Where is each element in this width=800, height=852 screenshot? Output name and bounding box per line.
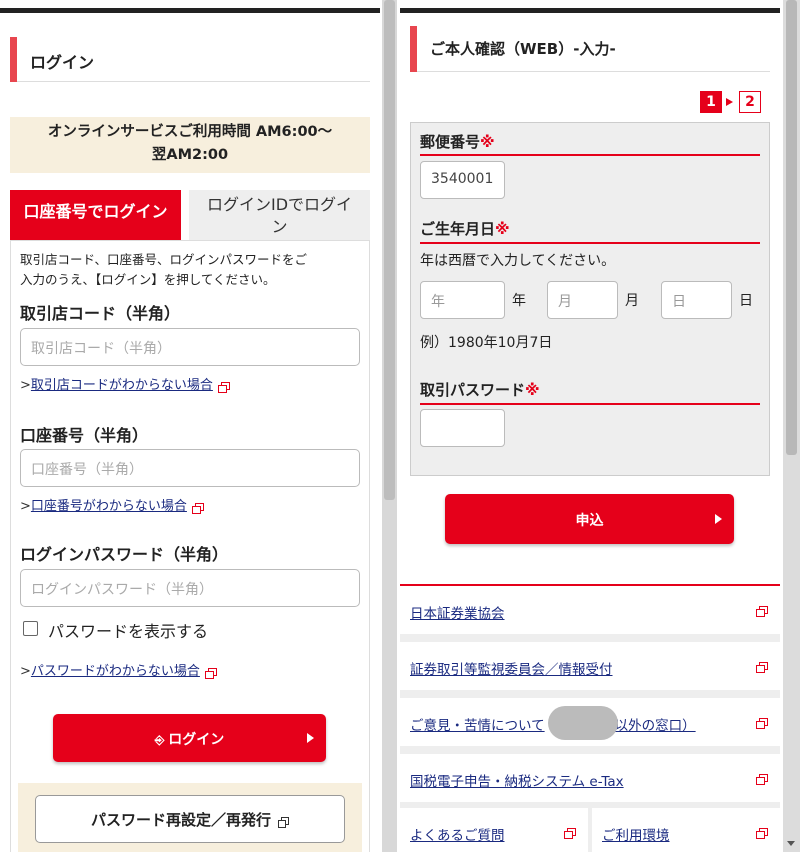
right-scrollbar[interactable] xyxy=(783,0,800,852)
tab-login-id-line1: ログインIDでログイ xyxy=(206,195,353,214)
month-unit: 月 xyxy=(625,293,639,309)
external-link-icon xyxy=(564,828,576,839)
help-prefix: > xyxy=(20,664,31,679)
label-underline xyxy=(420,242,760,244)
footer-link-jsda[interactable]: 日本証券業協会 xyxy=(400,586,780,638)
intro-line2: 入力のうえ、【ログイン】を押してください。 xyxy=(20,272,276,287)
external-link-icon xyxy=(756,718,768,729)
footer-link-etax[interactable]: 国税電子申告・納税システム e-Tax xyxy=(400,754,780,806)
step-arrow-icon xyxy=(726,98,733,106)
notice-line2: 翌AM2:00 xyxy=(151,147,229,163)
scroll-down-icon[interactable] xyxy=(787,841,795,846)
login-pane: ログイン オンラインサービスご利用時間 AM6:00〜 翌AM2:00 口座番号… xyxy=(0,0,380,852)
external-link-icon xyxy=(756,662,768,673)
footer-link-faq[interactable]: よくあるご質問 xyxy=(400,808,588,852)
step-indicator-2: 2 xyxy=(739,91,761,113)
password-help[interactable]: >パスワードがわからない場合 xyxy=(20,660,217,679)
account-number-help[interactable]: >口座番号がわからない場合 xyxy=(20,495,204,514)
birth-date-label-text: ご生年月日 xyxy=(420,220,496,238)
password-reset-label: パスワード再設定／再発行 xyxy=(90,811,271,829)
footer-link-label: 日本証券業協会 xyxy=(410,606,505,622)
section-accent-bar xyxy=(410,26,417,72)
login-button-label: ログイン xyxy=(168,732,225,748)
new-window-icon xyxy=(278,816,289,828)
arrow-right-icon xyxy=(307,733,314,743)
section-header: ご本人確認（WEB）-入力- xyxy=(410,26,770,72)
trade-password-label-text: 取引パスワード xyxy=(420,381,526,399)
login-tabs: 口座番号でログイン ログインIDでログイ ン xyxy=(10,190,370,240)
tab-login-id-line2: ン xyxy=(271,217,288,236)
external-link-icon xyxy=(217,381,230,393)
redaction-mark xyxy=(548,706,618,740)
account-number-help-link[interactable]: 口座番号がわからない場合 xyxy=(31,499,187,514)
postal-code-label-text: 郵便番号 xyxy=(420,133,481,151)
right-scrollbar-thumb[interactable] xyxy=(786,0,797,455)
show-password-checkbox[interactable] xyxy=(23,621,38,636)
trade-password-label: 取引パスワード※ xyxy=(420,379,540,400)
help-prefix: > xyxy=(20,378,31,393)
external-link-icon xyxy=(756,606,768,617)
notice-line1: オンラインサービスご利用時間 AM6:00〜 xyxy=(47,124,333,140)
birth-year-input[interactable]: 年 xyxy=(420,281,505,319)
arrow-right-icon xyxy=(715,514,722,524)
left-scrollbar[interactable] xyxy=(382,0,397,852)
footer-link-sesc[interactable]: 証券取引等監視委員会／情報受付 xyxy=(400,642,780,694)
required-mark: ※ xyxy=(495,220,510,238)
birth-month-input[interactable]: 月 xyxy=(547,281,618,319)
login-icon: ⎆ xyxy=(154,733,165,747)
footer-link-label: ご利用環境 xyxy=(602,828,670,844)
birth-day-input[interactable]: 日 xyxy=(661,281,732,319)
show-password-label[interactable]: パスワードを表示する xyxy=(48,618,208,642)
intro-line1: 取引店コード、口座番号、ログインパスワードをご xyxy=(20,252,308,267)
external-link-icon xyxy=(204,667,217,679)
branch-code-input[interactable]: 取引店コード（半角） xyxy=(20,328,360,366)
header-bar xyxy=(400,8,780,13)
footer-link-label: よくあるご質問 xyxy=(410,828,505,844)
external-link-icon xyxy=(756,774,768,785)
external-link-icon xyxy=(191,502,204,514)
postal-code-label: 郵便番号※ xyxy=(420,131,495,152)
password-reset-button[interactable]: パスワード再設定／再発行 xyxy=(35,795,345,843)
footer-link-label: 証券取引等監視委員会／情報受付 xyxy=(410,662,613,678)
label-underline xyxy=(420,403,760,405)
birth-date-example: 例）1980年10月7日 xyxy=(420,335,553,351)
birth-date-note: 年は西暦で入力してください。 xyxy=(420,253,616,269)
branch-code-label: 取引店コード（半角） xyxy=(20,304,181,323)
section-accent-bar xyxy=(10,37,17,82)
page-title: ログイン xyxy=(30,53,95,72)
section-header: ログイン xyxy=(10,37,370,82)
login-instructions: 取引店コード、口座番号、ログインパスワードをご 入力のうえ、【ログイン】を押して… xyxy=(20,250,365,290)
password-input[interactable]: ログインパスワード（半角） xyxy=(20,569,360,607)
footer-link-label: 国税電子申告・納税システム e-Tax xyxy=(410,774,624,790)
tab-login-id[interactable]: ログインIDでログイ ン xyxy=(189,190,370,240)
day-unit: 日 xyxy=(739,293,753,309)
birth-date-label: ご生年月日※ xyxy=(420,218,510,239)
password-help-link[interactable]: パスワードがわからない場合 xyxy=(31,664,200,679)
label-underline xyxy=(420,154,760,156)
footer-link-label-tail: 以外の窓口） xyxy=(614,718,696,734)
branch-code-help-link[interactable]: 取引店コードがわからない場合 xyxy=(31,378,213,393)
account-number-input[interactable]: 口座番号（半角） xyxy=(20,449,360,487)
footer-link-label-head: ご意見・苦情について xyxy=(410,718,545,734)
apply-button[interactable]: 申込 xyxy=(445,494,734,544)
page-title: ご本人確認（WEB）-入力- xyxy=(430,40,616,58)
apply-button-label: 申込 xyxy=(575,513,604,529)
account-number-label: 口座番号（半角） xyxy=(20,426,149,445)
required-mark: ※ xyxy=(480,133,495,151)
postal-code-input[interactable]: 3540001 xyxy=(420,161,505,199)
login-button[interactable]: ⎆ ログイン xyxy=(53,714,326,762)
header-bar xyxy=(0,8,380,13)
required-mark: ※ xyxy=(525,381,540,399)
branch-code-help[interactable]: >取引店コードがわからない場合 xyxy=(20,374,230,393)
year-unit: 年 xyxy=(512,293,526,309)
left-scrollbar-thumb[interactable] xyxy=(384,0,395,500)
trade-password-input[interactable] xyxy=(420,409,505,447)
service-hours-notice: オンラインサービスご利用時間 AM6:00〜 翌AM2:00 xyxy=(10,117,370,173)
tab-account-number[interactable]: 口座番号でログイン xyxy=(10,190,181,240)
external-link-icon xyxy=(756,828,768,839)
password-label: ログインパスワード（半角） xyxy=(20,545,229,564)
step-indicator-1: 1 xyxy=(700,91,722,113)
footer-link-env[interactable]: ご利用環境 xyxy=(592,808,780,852)
help-prefix: > xyxy=(20,499,31,514)
